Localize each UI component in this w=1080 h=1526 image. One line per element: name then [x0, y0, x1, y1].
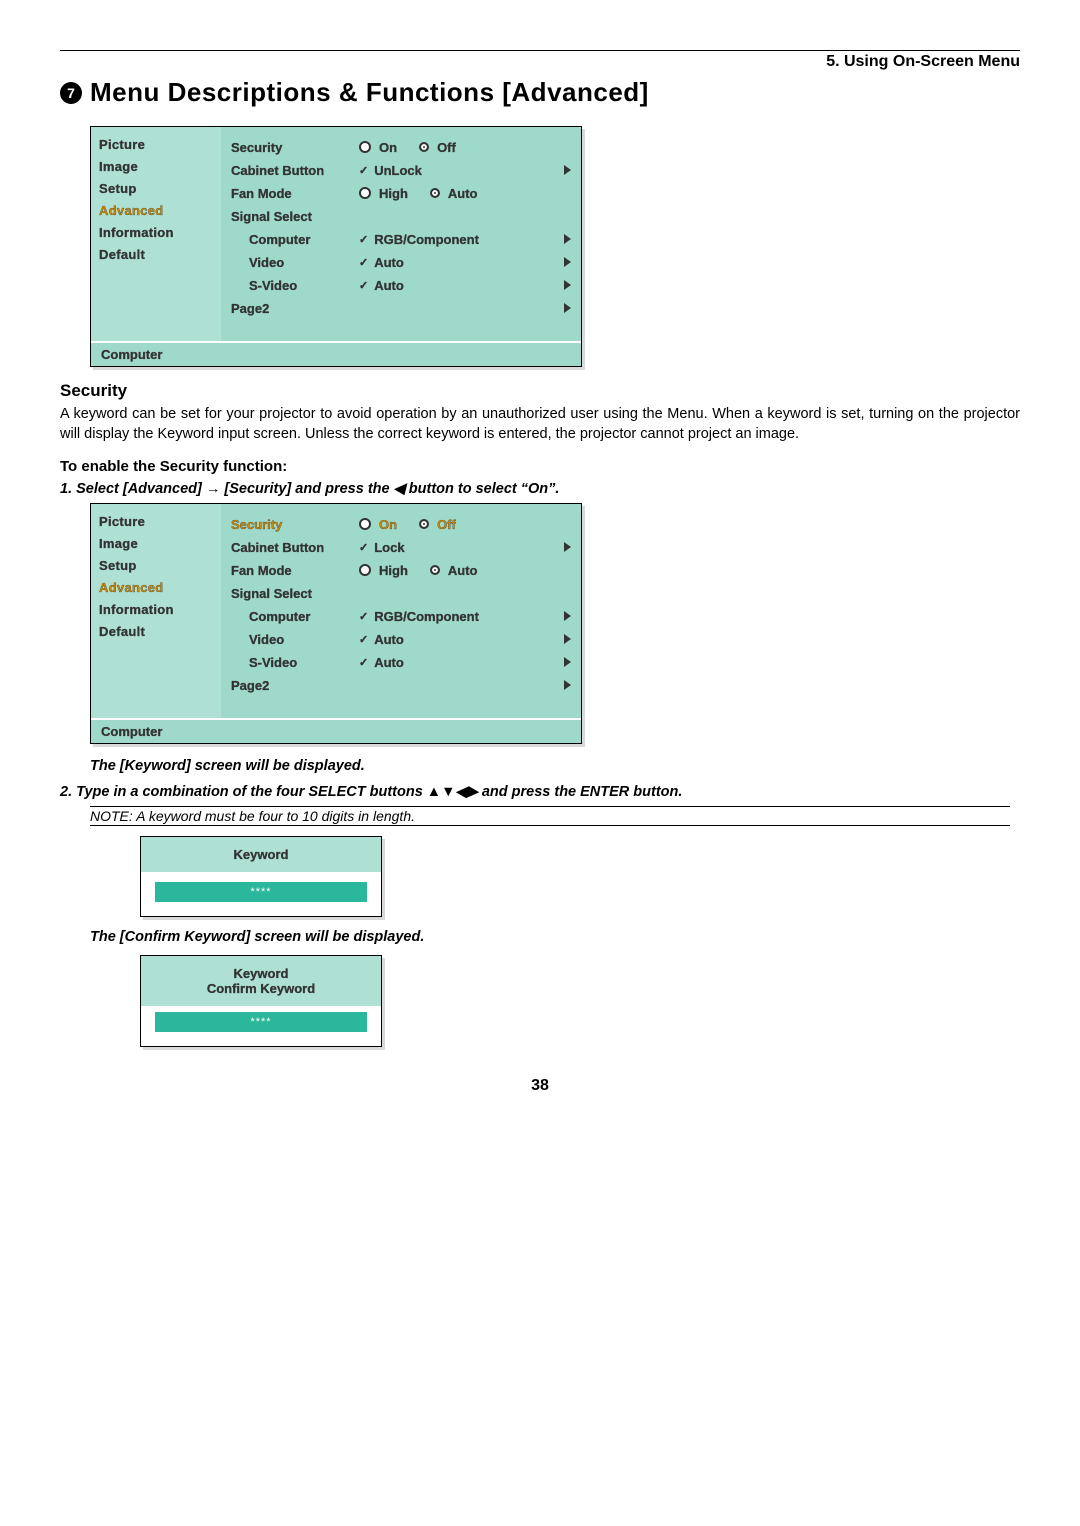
radio-off: Off: [419, 517, 456, 532]
submenu-arrow-icon: [557, 655, 571, 670]
sidebar-item: Information: [99, 225, 213, 240]
row-signal-select: Signal Select: [231, 583, 571, 603]
sidebar-item: Picture: [99, 514, 213, 529]
row-cabinet-button: Cabinet Button Lock: [231, 537, 571, 557]
result-1: The [Keyword] screen will be displayed.: [90, 758, 1020, 774]
osd-main-panel: Security On Off Cabinet Button UnLock Fa…: [221, 127, 581, 341]
radio-off: Off: [419, 140, 456, 155]
submenu-arrow-icon: [557, 278, 571, 293]
sidebar-item: Image: [99, 536, 213, 551]
sidebar-item: Setup: [99, 558, 213, 573]
sidebar-item: Default: [99, 247, 213, 262]
confirm-keyword-dialog: Keyword Confirm Keyword ****: [140, 955, 382, 1047]
row-computer: Computer RGB/Component: [231, 229, 571, 249]
security-subheading: Security: [60, 381, 1020, 401]
submenu-arrow-icon: [557, 632, 571, 647]
heading-number-badge: 7: [60, 82, 82, 104]
submenu-arrow-icon: [557, 609, 571, 624]
keyword-title: Keyword: [147, 966, 375, 981]
breadcrumb: 5. Using On-Screen Menu: [60, 53, 1020, 71]
keyword-title: Keyword: [147, 847, 375, 862]
sidebar-item: Picture: [99, 137, 213, 152]
note-block: NOTE: A keyword must be four to 10 digit…: [90, 806, 1010, 826]
page-number: 38: [60, 1077, 1020, 1095]
sidebar-item: Default: [99, 624, 213, 639]
note-text: NOTE: A keyword must be four to 10 digit…: [90, 806, 1010, 826]
radio-high: High: [359, 186, 408, 201]
submenu-arrow-icon: [557, 678, 571, 693]
row-fan-mode: Fan Mode High Auto: [231, 183, 571, 203]
radio-high: High: [359, 563, 408, 578]
row-svideo: S-Video Auto: [231, 275, 571, 295]
sidebar-item: Setup: [99, 181, 213, 196]
row-video: Video Auto: [231, 252, 571, 272]
sidebar-item: Information: [99, 602, 213, 617]
osd-sidebar: Picture Image Setup Advanced Information…: [91, 504, 221, 718]
enable-heading: To enable the Security function:: [60, 458, 1020, 475]
sidebar-item-selected: Advanced: [99, 580, 213, 595]
osd-status-bar: Computer: [91, 341, 581, 366]
osd-screenshot-2: Picture Image Setup Advanced Information…: [90, 503, 1020, 744]
confirm-keyword-value: ****: [155, 1012, 367, 1032]
keyword-dialog: Keyword ****: [140, 836, 382, 917]
submenu-arrow-icon: [557, 540, 571, 555]
row-page2: Page2: [231, 298, 571, 318]
keyword-value: ****: [155, 882, 367, 902]
submenu-arrow-icon: [557, 301, 571, 316]
step-1: 1. Select [Advanced] → [Security] and pr…: [60, 481, 1020, 497]
osd-main-panel: Security On Off Cabinet Button Lock Fan …: [221, 504, 581, 718]
row-fan-mode: Fan Mode High Auto: [231, 560, 571, 580]
submenu-arrow-icon: [557, 232, 571, 247]
row-svideo: S-Video Auto: [231, 652, 571, 672]
radio-auto: Auto: [430, 186, 478, 201]
row-security: Security On Off: [231, 514, 571, 534]
row-computer: Computer RGB/Component: [231, 606, 571, 626]
radio-on: On: [359, 517, 397, 532]
sidebar-item: Image: [99, 159, 213, 174]
radio-auto: Auto: [430, 563, 478, 578]
heading-text: Menu Descriptions & Functions [Advanced]: [90, 77, 649, 108]
section-heading: 7 Menu Descriptions & Functions [Advance…: [60, 77, 1020, 108]
step-2: 2. Type in a combination of the four SEL…: [60, 784, 1020, 800]
row-video: Video Auto: [231, 629, 571, 649]
submenu-arrow-icon: [557, 255, 571, 270]
row-security: Security On Off: [231, 137, 571, 157]
row-signal-select: Signal Select: [231, 206, 571, 226]
radio-on: On: [359, 140, 397, 155]
osd-sidebar: Picture Image Setup Advanced Information…: [91, 127, 221, 341]
osd-status-bar: Computer: [91, 718, 581, 743]
sidebar-item-selected: Advanced: [99, 203, 213, 218]
submenu-arrow-icon: [557, 163, 571, 178]
row-page2: Page2: [231, 675, 571, 695]
result-2: The [Confirm Keyword] screen will be dis…: [90, 929, 1020, 945]
row-cabinet-button: Cabinet Button UnLock: [231, 160, 571, 180]
confirm-keyword-title: Confirm Keyword: [147, 981, 375, 996]
security-body-text: A keyword can be set for your projector …: [60, 405, 1020, 444]
osd-screenshot-1: Picture Image Setup Advanced Information…: [90, 126, 1020, 367]
